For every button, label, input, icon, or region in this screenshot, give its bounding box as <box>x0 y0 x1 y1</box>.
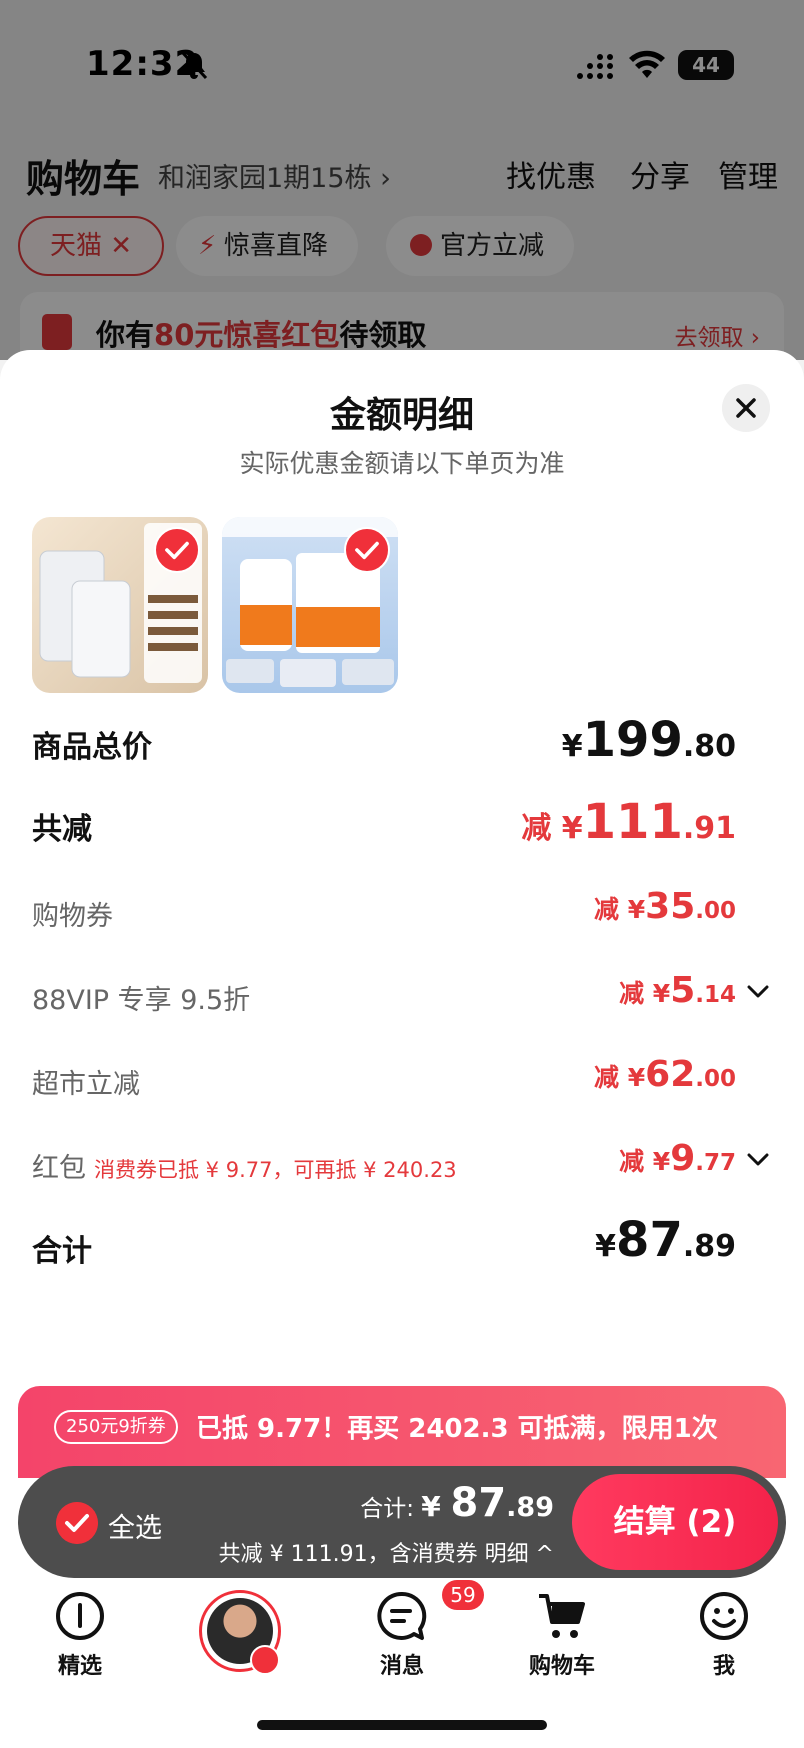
coupon-promo-text: 已抵 9.77！再买 2402.3 可抵满，限用1次 <box>196 1414 718 1444</box>
checkout-bar: 全选 合计: ¥ 87.89 共减 ¥ 111.91，含消费券 明细 ^ 结算 … <box>18 1466 786 1578</box>
row-label: 88VIP 专享 9.5折 <box>32 985 251 1016</box>
row-label: 共减 <box>32 812 92 847</box>
row-amount: 减 ¥62.00 <box>594 1054 736 1095</box>
selected-check-icon[interactable] <box>154 527 200 573</box>
tab-cart[interactable]: 购物车 <box>502 1590 622 1680</box>
row-product-total: 商品总价 ¥199.80 <box>32 712 772 772</box>
row-label: 购物券 <box>32 901 113 932</box>
red-packet-note: 消费券已抵 ¥ 9.77，可再抵 ¥ 240.23 <box>94 1158 457 1182</box>
row-amount: ¥87.89 <box>595 1212 736 1268</box>
row-supermarket-discount: 超市立减 减 ¥62.00 <box>32 1048 772 1108</box>
row-red-packet[interactable]: 红包 消费券已抵 ¥ 9.77，可再抵 ¥ 240.23 减 ¥9.77 <box>32 1132 772 1192</box>
row-88vip-discount[interactable]: 88VIP 专享 9.5折 减 ¥5.14 <box>32 964 772 1024</box>
cart-icon <box>539 1594 585 1638</box>
overlay-dim[interactable] <box>0 0 804 360</box>
live-avatar <box>199 1590 281 1675</box>
row-shopping-coupon: 购物券 减 ¥35.00 <box>32 880 772 940</box>
checkout-button[interactable]: 结算 (2) <box>572 1474 778 1570</box>
sheet-subtitle: 实际优惠金额请以下单页为准 <box>239 449 565 478</box>
chevron-down-icon[interactable] <box>744 978 772 1006</box>
tab-messages[interactable]: 59 消息 <box>342 1580 484 1680</box>
unread-badge: 59 <box>442 1580 484 1610</box>
coupon-badge: 250元9折券 <box>54 1410 178 1444</box>
profile-icon <box>700 1592 748 1640</box>
select-all-check-icon[interactable] <box>56 1502 98 1544</box>
tab-featured[interactable]: 精选 <box>20 1590 140 1680</box>
row-amount: 减 ¥35.00 <box>594 886 736 927</box>
product-thumbnail[interactable] <box>32 517 208 693</box>
row-amount: 减 ¥111.91 <box>521 794 736 850</box>
checkout-total: 合计: ¥ 87.89 <box>360 1480 554 1526</box>
message-icon <box>377 1591 427 1640</box>
home-indicator[interactable] <box>257 1720 547 1730</box>
row-label: 商品总价 <box>32 730 152 765</box>
row-label: 超市立减 <box>32 1069 140 1100</box>
coupon-promo-strip: 250元9折券 已抵 9.77！再买 2402.3 可抵满，限用1次 <box>18 1386 786 1478</box>
select-all-label[interactable]: 全选 <box>108 1506 162 1545</box>
row-label: 合计 <box>32 1234 92 1269</box>
row-amount: ¥199.80 <box>561 712 736 768</box>
savings-detail-toggle[interactable]: 共减 ¥ 111.91，含消费券 明细 ^ <box>219 1536 554 1568</box>
product-thumbnail[interactable] <box>222 517 398 693</box>
live-icon <box>250 1645 280 1675</box>
close-icon[interactable] <box>722 384 770 432</box>
featured-icon <box>56 1592 104 1640</box>
row-total-discount: 共减 减 ¥111.91 <box>32 794 772 854</box>
row-amount: 减 ¥5.14 <box>619 970 736 1011</box>
row-amount: 减 ¥9.77 <box>619 1138 736 1179</box>
sheet-title: 金额明细 <box>329 395 474 436</box>
chevron-down-icon[interactable] <box>744 1146 772 1174</box>
selected-check-icon[interactable] <box>344 527 390 573</box>
row-grand-total: 合计 ¥87.89 <box>32 1212 772 1272</box>
tab-me[interactable]: 我 <box>664 1590 784 1680</box>
row-label: 红包 消费券已抵 ¥ 9.77，可再抵 ¥ 240.23 <box>32 1153 457 1184</box>
